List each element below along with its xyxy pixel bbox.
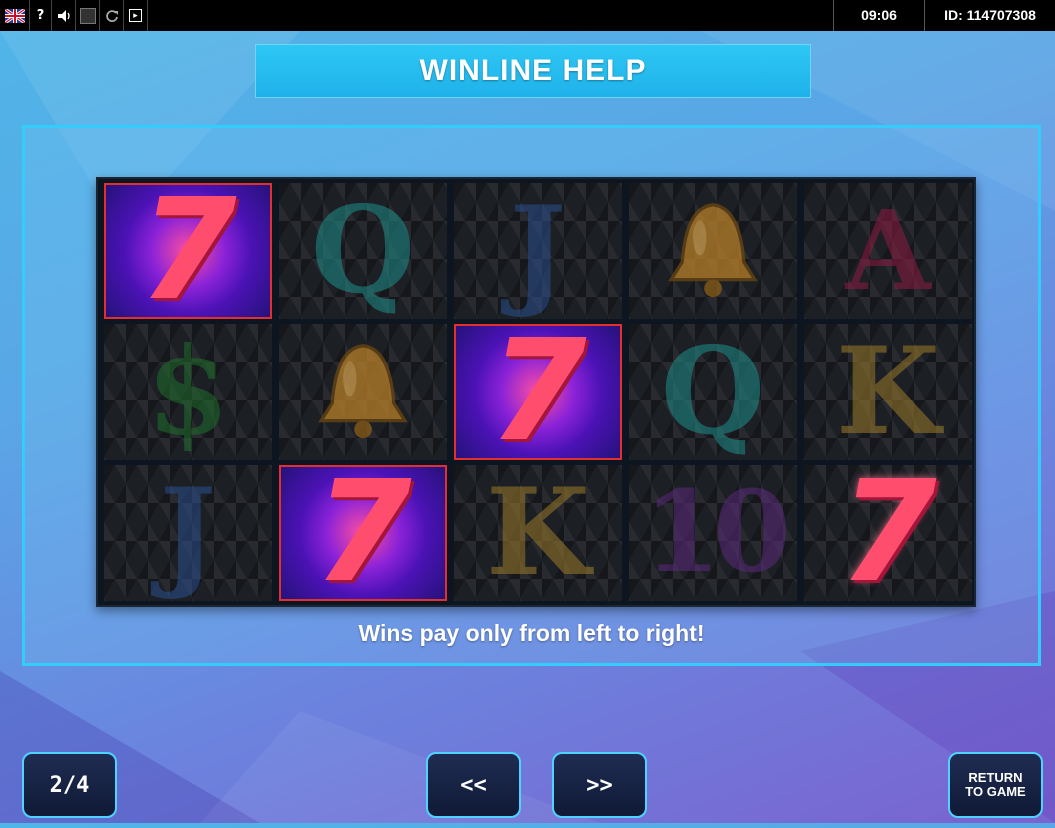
return-label-line1: RETURN — [968, 769, 1023, 785]
reel-cell: $ — [104, 324, 272, 460]
previous-page-button[interactable]: << — [426, 752, 521, 818]
symbol-seven: 7 — [139, 183, 237, 319]
symbol-king: K — [485, 465, 591, 601]
uk-flag-icon[interactable] — [0, 0, 30, 31]
symbol-queen: Q — [660, 324, 766, 460]
reel-cell — [629, 183, 797, 319]
menu-icon[interactable]: ▸ — [124, 0, 148, 31]
reel-cell: K — [454, 465, 622, 601]
fullscreen-icon[interactable] — [76, 0, 100, 31]
bell-icon — [318, 344, 408, 439]
reel-cell: J — [454, 183, 622, 319]
symbol-seven: 7 — [489, 324, 587, 460]
reel-cell: A — [804, 183, 972, 319]
session-id: ID: 114707308 — [944, 7, 1036, 23]
reel-cell — [279, 324, 447, 460]
sound-icon[interactable] — [52, 0, 76, 31]
clock: 09:06 — [834, 0, 925, 31]
symbol-ace: A — [845, 186, 931, 315]
status-bar-spacer — [148, 0, 834, 31]
symbol-seven: 7 — [839, 465, 937, 601]
next-page-button[interactable]: >> — [552, 752, 647, 818]
reel-cell: 7 — [104, 183, 272, 319]
reel-cell: J — [104, 465, 272, 601]
reel-cell: Q — [279, 183, 447, 319]
page-title: WINLINE HELP — [255, 44, 811, 98]
reel-grid: 7 Q J A $7 Q K J 7 K 10 7 — [96, 177, 976, 607]
reel-cell: 7 — [279, 465, 447, 601]
symbol-seven: 7 — [314, 465, 412, 601]
status-bar: ? ▸ 09:06 ID: 114707308 — [0, 0, 1055, 31]
return-to-game-button[interactable]: RETURN TO GAME — [948, 752, 1043, 818]
symbol-queen: Q — [310, 183, 416, 319]
symbol-king: K — [835, 324, 941, 460]
symbol-jack: J — [509, 183, 567, 319]
reel-cell: K — [804, 324, 972, 460]
reel-cell: 7 — [804, 465, 972, 601]
reel-cell: 10 — [629, 465, 797, 601]
symbol-ten: 10 — [643, 467, 791, 598]
symbol-dollar: $ — [146, 324, 230, 460]
reel-cell: 7 — [454, 324, 622, 460]
bell-icon — [668, 203, 758, 298]
page-indicator-button[interactable]: 2/4 — [22, 752, 117, 818]
symbol-jack: J — [159, 465, 217, 601]
help-caption: Wins pay only from left to right! — [358, 620, 705, 646]
return-label-line2: TO GAME — [965, 784, 1026, 799]
reel-cell: Q — [629, 324, 797, 460]
help-icon[interactable]: ? — [30, 0, 52, 31]
reload-icon[interactable] — [100, 0, 124, 31]
